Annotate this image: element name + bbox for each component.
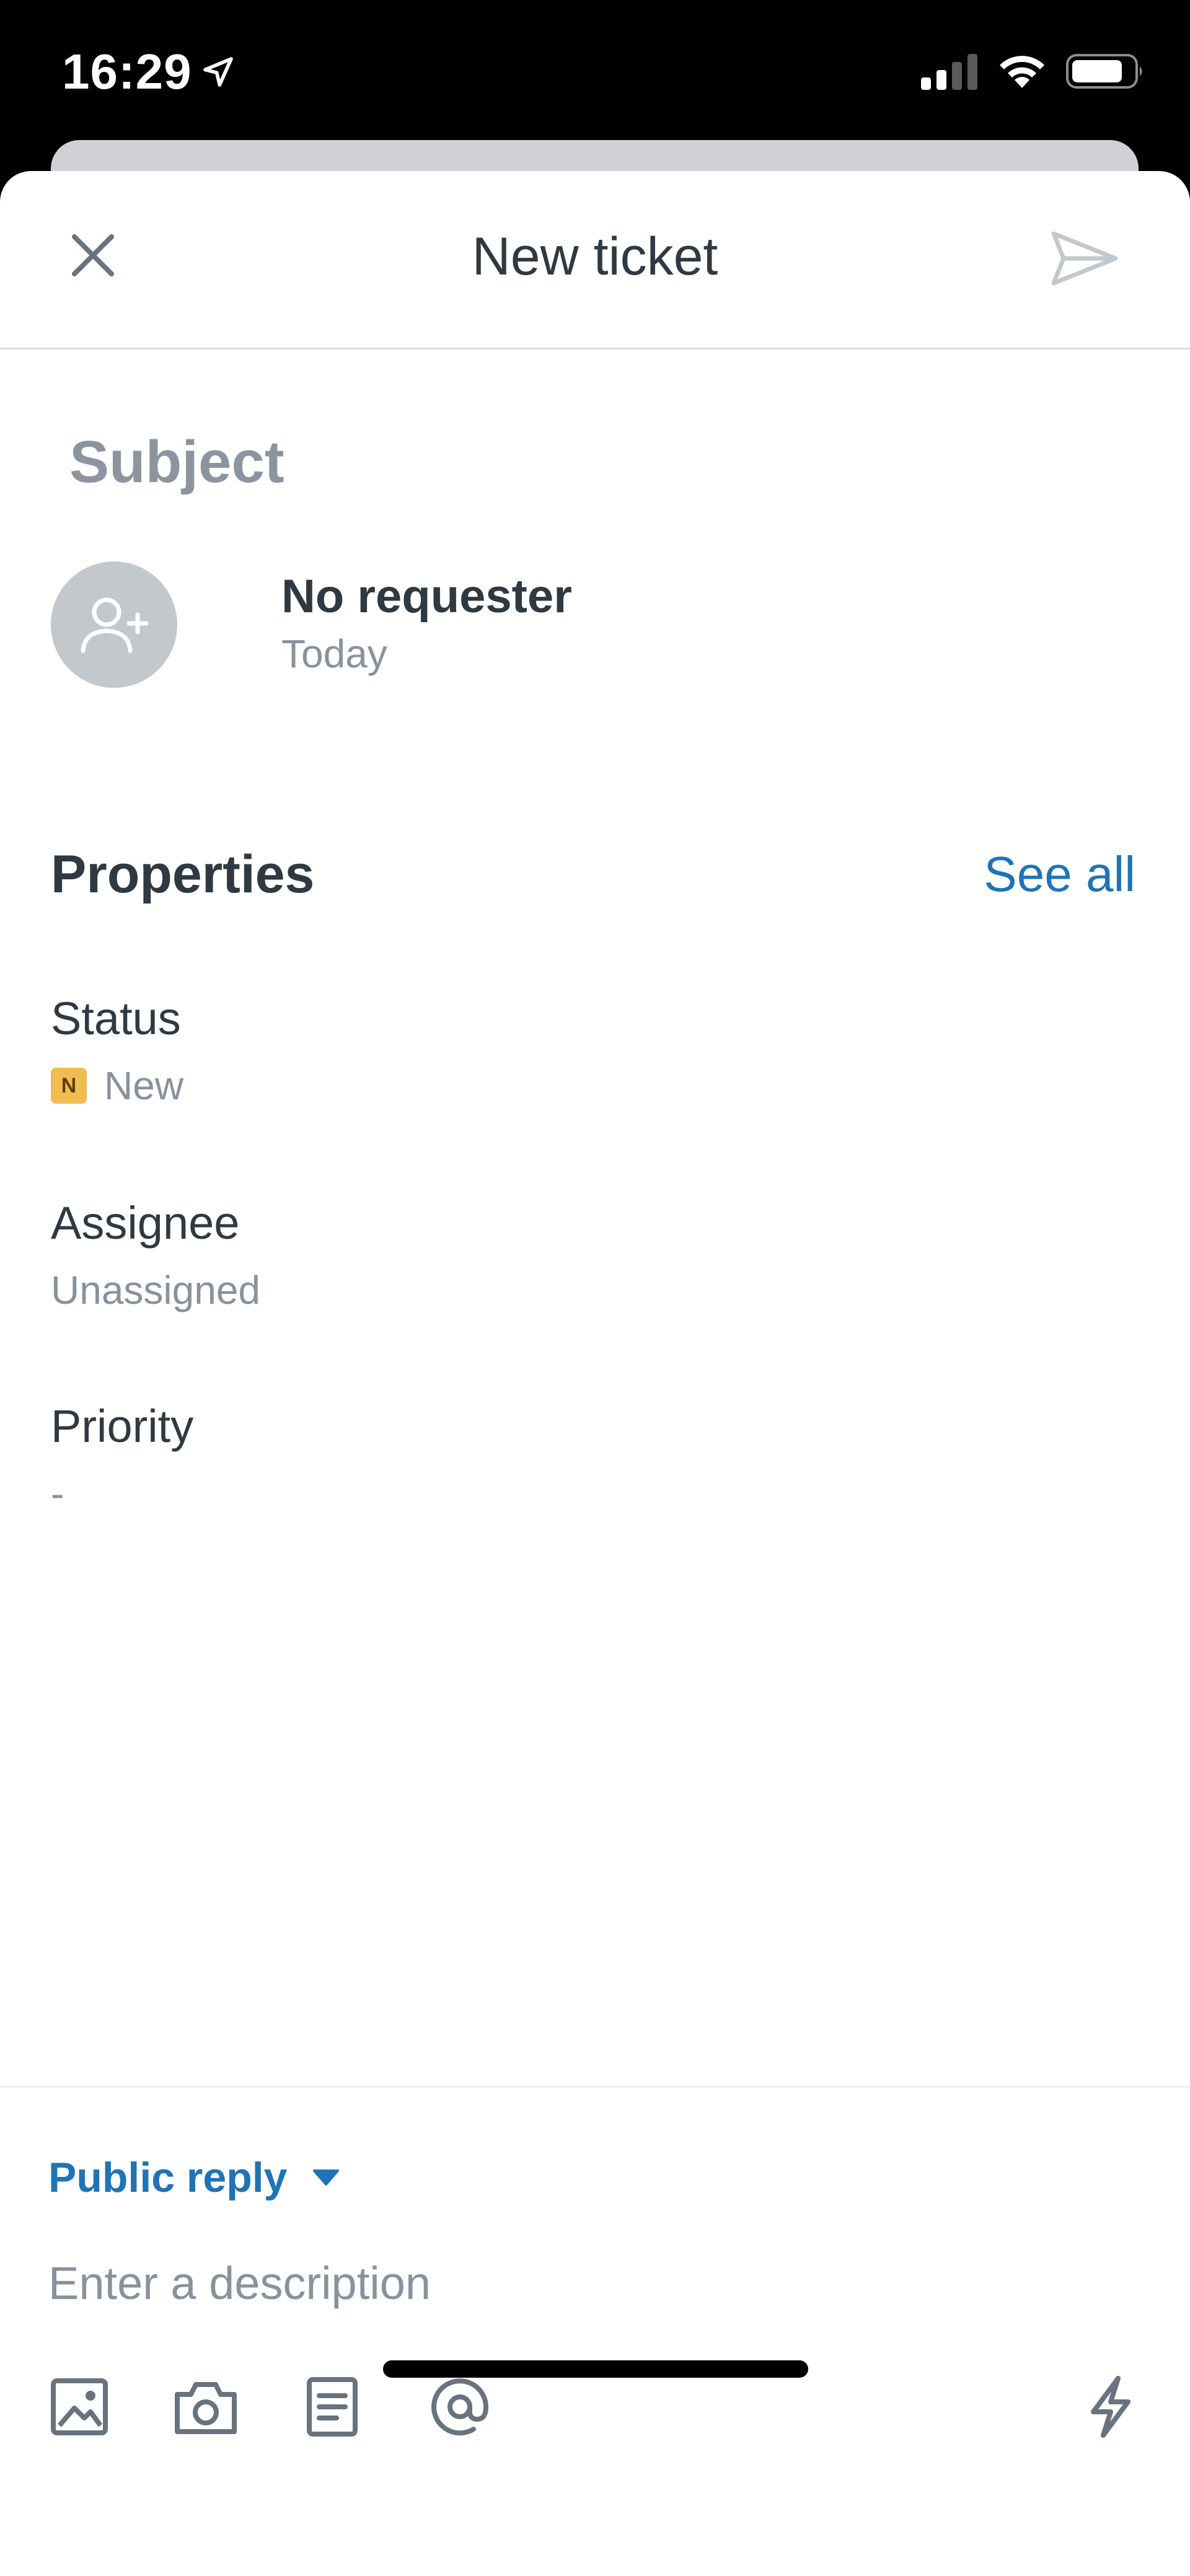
status-bar: 16:29	[0, 0, 1190, 139]
mention-button[interactable]	[423, 2370, 497, 2444]
location-arrow-icon	[203, 57, 233, 87]
assignee-field[interactable]: Assignee Unassigned	[51, 1192, 1139, 1315]
reply-type-label: Public reply	[48, 2154, 288, 2201]
requester-date: Today	[281, 631, 387, 676]
camera-icon	[175, 2382, 237, 2434]
priority-field[interactable]: Priority -	[51, 1396, 1139, 1518]
reply-type-selector[interactable]: Public reply	[48, 2150, 342, 2205]
status-time-text: 16:29	[62, 44, 192, 99]
chevron-down-icon	[312, 2163, 342, 2192]
description-input[interactable]	[48, 2249, 1139, 2317]
status-field[interactable]: Status N New	[51, 988, 1139, 1110]
camera-button[interactable]	[169, 2370, 243, 2444]
send-button[interactable]	[1047, 224, 1122, 292]
attach-image-button[interactable]	[42, 2370, 117, 2444]
assignee-label: Assignee	[51, 1197, 240, 1249]
avatar	[51, 561, 177, 688]
subject-field[interactable]: Subject	[69, 425, 284, 499]
requester-name: No requester	[281, 570, 572, 623]
new-ticket-sheet: New ticket Subject No requester Today Pr…	[0, 171, 1190, 2576]
wifi-icon	[1000, 56, 1044, 88]
requester-info: No requester Today	[281, 568, 572, 682]
macro-button[interactable]	[295, 2370, 369, 2444]
image-icon	[51, 2378, 108, 2435]
status-value: New	[104, 1063, 184, 1108]
document-icon	[307, 2377, 358, 2437]
home-indicator	[383, 2360, 808, 2378]
add-person-icon	[81, 597, 149, 653]
status-time: 16:29	[62, 41, 236, 103]
status-label: Status	[51, 993, 181, 1044]
status-badge: N	[51, 1068, 87, 1104]
requester-row[interactable]: No requester Today	[51, 561, 572, 688]
properties-title: Properties	[51, 845, 315, 904]
page-title: New ticket	[472, 227, 718, 286]
priority-label: Priority	[51, 1400, 194, 1452]
status-value-row: N New	[51, 1061, 1139, 1110]
battery-icon	[1066, 54, 1142, 89]
lightning-icon	[1091, 2376, 1130, 2438]
see-all-link[interactable]: See all	[984, 840, 1135, 908]
cellular-signal-icon	[921, 54, 977, 90]
send-icon	[1051, 231, 1118, 286]
composer: Public reply	[0, 2086, 1190, 2576]
status-icons	[921, 50, 1145, 93]
at-icon	[431, 2378, 489, 2436]
priority-value: -	[51, 1471, 64, 1516]
shortcut-button[interactable]	[1073, 2370, 1148, 2444]
assignee-value: Unassigned	[51, 1268, 260, 1312]
header: New ticket	[0, 171, 1190, 349]
